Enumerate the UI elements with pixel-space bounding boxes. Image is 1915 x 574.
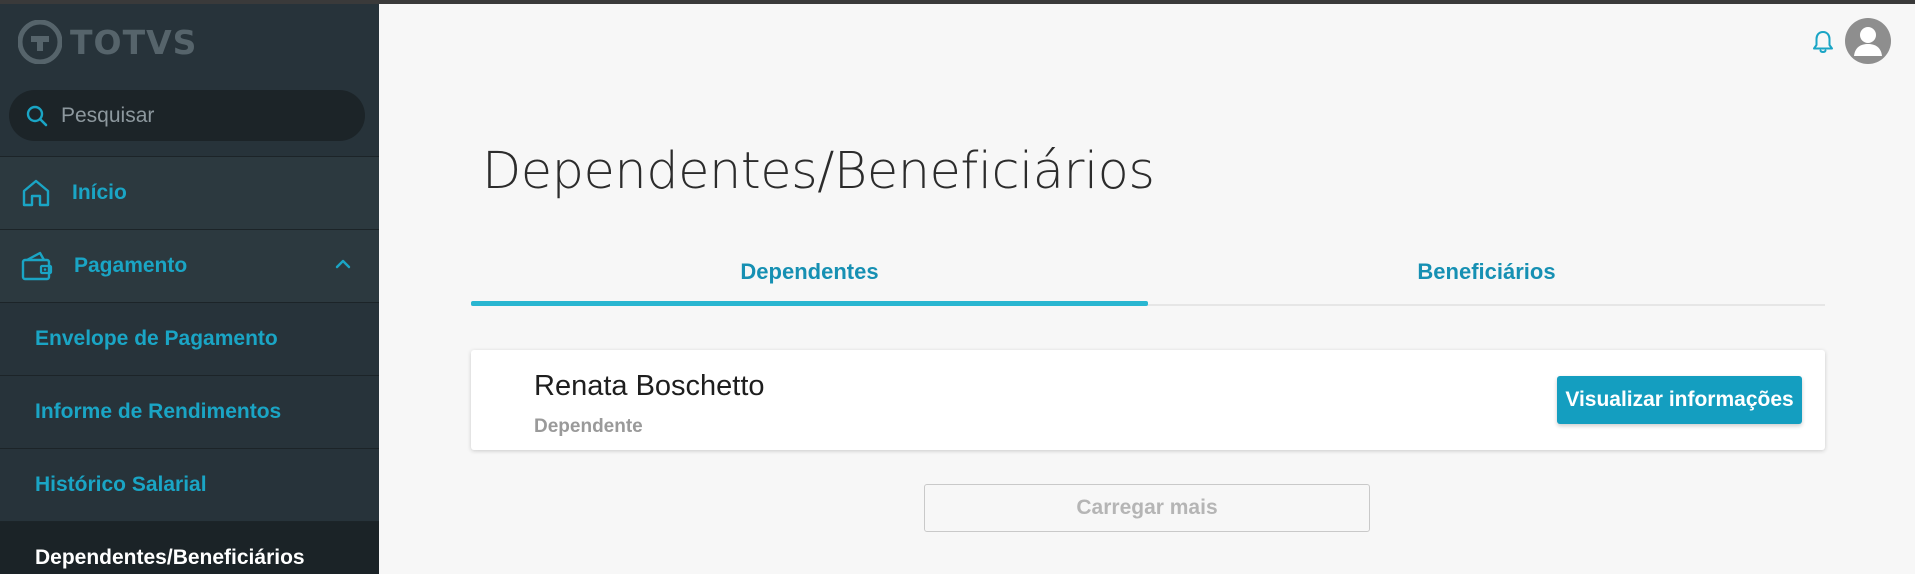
brand-logo[interactable]: TOTVS	[18, 18, 197, 66]
sidebar: TOTVS Início Pagamento Envelope de Pagam…	[0, 0, 379, 574]
tab-beneficiarios[interactable]: Beneficiários	[1148, 240, 1825, 304]
sidebar-item-label: Histórico Salarial	[35, 473, 207, 496]
user-icon	[1854, 27, 1882, 56]
main-content: Dependentes/Beneficiários Dependentes Be…	[379, 4, 1915, 574]
wallet-icon	[21, 251, 53, 281]
window-top-border	[0, 0, 1915, 4]
dependent-role: Dependente	[534, 416, 643, 437]
home-icon	[22, 179, 50, 207]
sidebar-item-label: Início	[72, 181, 127, 204]
sidebar-item-historico-salarial[interactable]: Histórico Salarial	[0, 448, 379, 521]
sidebar-item-pagamento[interactable]: Pagamento	[0, 229, 379, 302]
tab-bar: Dependentes Beneficiários	[471, 240, 1825, 306]
sidebar-item-envelope-de-pagamento[interactable]: Envelope de Pagamento	[0, 302, 379, 375]
page-title: Dependentes/Beneficiários	[482, 142, 1155, 201]
chevron-up-icon[interactable]	[333, 254, 353, 274]
sidebar-item-inicio[interactable]: Início	[0, 156, 379, 229]
sidebar-item-label: Informe de Rendimentos	[35, 400, 282, 423]
list-item: Renata Boschetto Dependente Visualizar i…	[471, 350, 1825, 450]
sidebar-item-dependentes-beneficiarios[interactable]: Dependentes/Beneficiários	[0, 521, 379, 574]
totvs-logo-icon	[18, 20, 62, 64]
search-icon	[26, 105, 48, 126]
dependent-name: Renata Boschetto	[534, 370, 765, 402]
sidebar-item-label: Pagamento	[74, 254, 188, 277]
view-info-button[interactable]: Visualizar informações	[1557, 376, 1802, 424]
sidebar-item-informe-de-rendimentos[interactable]: Informe de Rendimentos	[0, 375, 379, 448]
sidebar-item-label: Envelope de Pagamento	[35, 327, 278, 350]
avatar[interactable]	[1845, 18, 1891, 64]
search-box[interactable]	[9, 90, 365, 141]
sidebar-item-label: Dependentes/Beneficiários	[35, 546, 305, 569]
load-more-button[interactable]: Carregar mais	[924, 484, 1370, 532]
bell-icon[interactable]	[1811, 29, 1835, 55]
brand-name: TOTVS	[70, 22, 198, 62]
tab-dependentes[interactable]: Dependentes	[471, 240, 1148, 306]
search-input[interactable]	[61, 103, 341, 128]
